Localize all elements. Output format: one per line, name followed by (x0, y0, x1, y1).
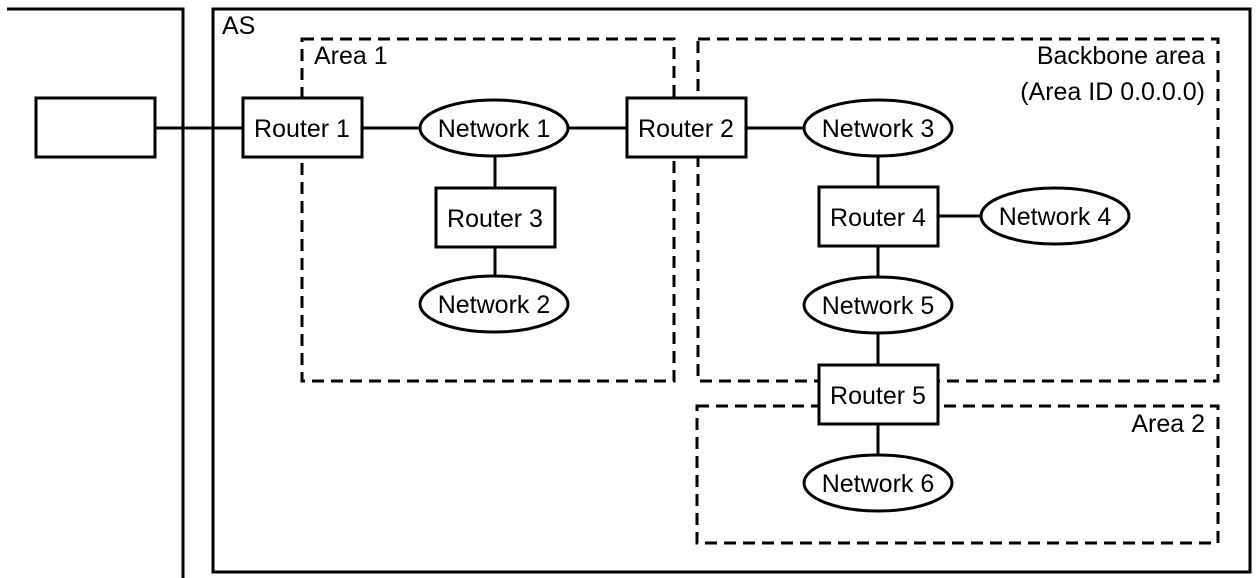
ospf-area-diagram: AS Area 1 Backbone area (Area ID 0.0.0.0… (7, 7, 1252, 578)
area1-label: Area 1 (314, 42, 388, 70)
network-1: Network 1 (418, 98, 570, 158)
network-6: Network 6 (802, 453, 954, 513)
area2-label: Area 2 (1131, 410, 1205, 438)
router-3: Router 3 (434, 186, 557, 249)
router-label: Router 5 (830, 382, 926, 410)
network-label: Network 5 (822, 292, 935, 320)
router-1: Router 1 (241, 96, 364, 159)
backbone-area-id-label: (Area ID 0.0.0.0) (1020, 78, 1205, 106)
network-label: Network 4 (999, 203, 1112, 231)
network-2: Network 2 (418, 274, 570, 334)
router-label: Router 4 (830, 204, 926, 232)
router-4: Router 4 (817, 185, 940, 248)
network-label: Network 2 (438, 291, 551, 319)
network-3: Network 3 (802, 98, 954, 158)
router-label: Router 1 (254, 115, 350, 143)
router-5: Router 5 (817, 363, 940, 426)
network-label: Network 6 (822, 470, 935, 498)
router-label: Router 3 (447, 205, 543, 233)
backbone-area-label: Backbone area (1037, 42, 1205, 70)
external-system-box (34, 96, 157, 159)
router-label: Router 2 (638, 115, 734, 143)
network-label: Network 1 (438, 115, 551, 143)
as-label: AS (222, 12, 255, 40)
network-label: Network 3 (822, 115, 935, 143)
network-5: Network 5 (802, 275, 954, 335)
external-system-boundary (7, 7, 185, 578)
router-2: Router 2 (625, 96, 748, 159)
network-4: Network 4 (979, 186, 1131, 246)
